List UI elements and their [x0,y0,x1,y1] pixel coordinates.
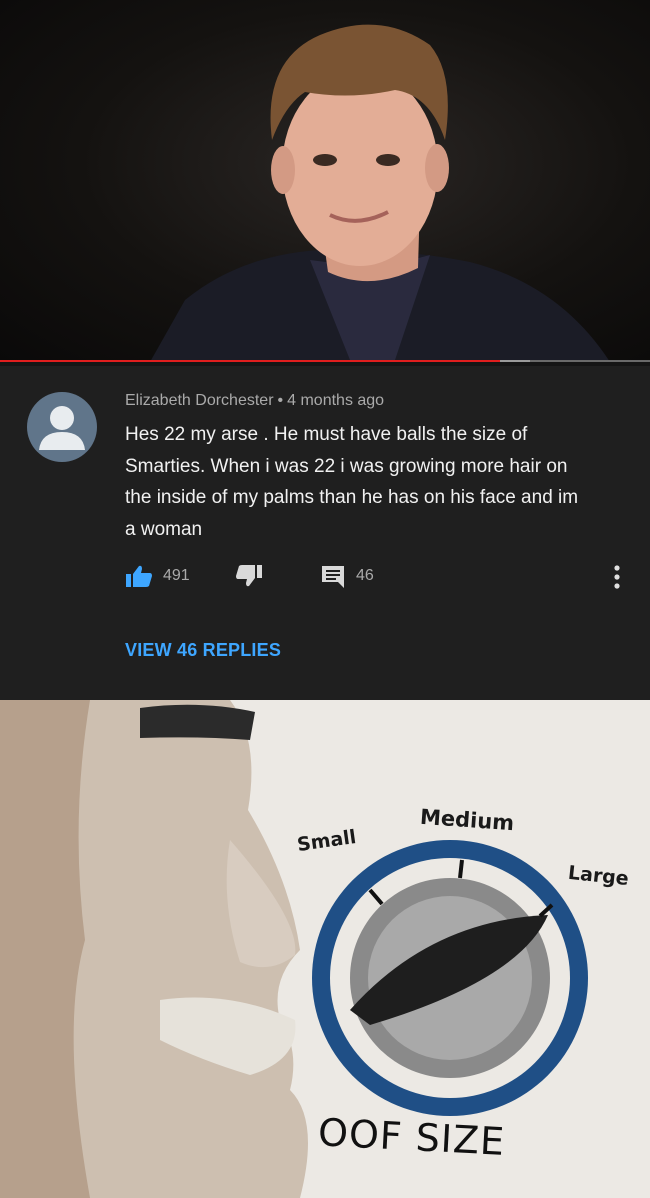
more-options-button[interactable] [612,564,622,590]
author-name[interactable]: Elizabeth Dorchester [125,392,274,409]
like-button[interactable]: 491 [125,564,190,588]
comment-meta: Elizabeth Dorchester • 4 months ago [125,392,384,410]
comment-line: Smarties. When i was 22 i was growing mo… [125,455,568,477]
more-vert-icon [614,565,620,589]
reply-button[interactable]: 46 [320,564,374,588]
avatar[interactable] [27,392,97,462]
comment-actions: 491 46 [125,564,635,590]
thumb-up-icon [126,565,152,587]
comment-icon [322,566,344,588]
progress-bar[interactable] [0,360,650,362]
video-thumbnail-person [150,24,610,362]
thumb-down-icon [236,565,262,587]
comment-body: Hes 22 my arse . He must have balls the … [125,419,625,545]
video-frame[interactable] [0,0,650,362]
comment-line: the inside of my palms than he has on hi… [125,487,579,508]
comment-line: Hes 22 my arse . He must have balls the … [125,424,528,445]
user-placeholder-icon [39,406,85,450]
reply-count: 46 [356,567,374,584]
comment-card: Elizabeth Dorchester • 4 months ago Hes 22… [0,366,650,700]
dislike-button[interactable] [235,564,263,588]
comment-time[interactable]: 4 months ago [287,392,384,409]
progress-buffered [500,360,530,362]
comment-line: a woman [125,518,203,540]
meta-separator: • [277,392,284,409]
progress-played [0,360,501,362]
meme-image: Small Medium Large OOF SIZE [0,700,650,1198]
view-replies-link[interactable]: VIEW 46 REPLIES [125,640,281,661]
like-count: 491 [163,567,190,584]
